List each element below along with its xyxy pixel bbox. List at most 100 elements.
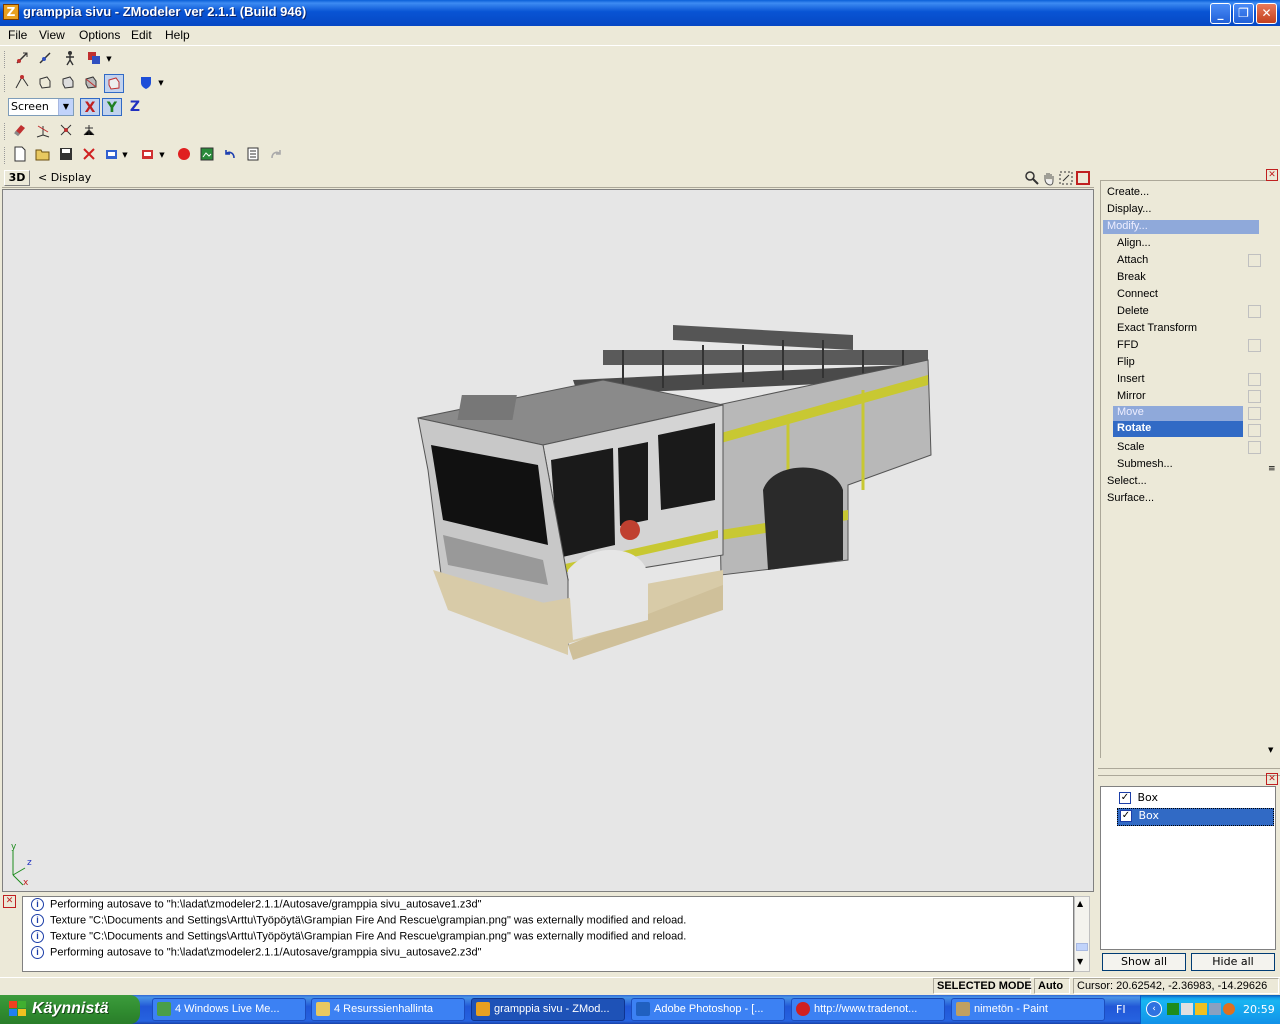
pan-hand-icon[interactable] [1041,170,1057,186]
menu-edit[interactable]: Edit [131,28,152,42]
history-list-icon[interactable] [243,146,263,165]
restore-button[interactable]: ❐ [1233,3,1254,24]
command-connect[interactable]: Connect [1117,288,1158,300]
object-level-icon[interactable] [81,74,101,93]
chevron-down-icon[interactable]: ▼ [104,50,114,69]
rotate-options-checkbox[interactable] [1248,424,1261,437]
axis-x-toggle[interactable]: X [80,98,100,116]
scroll-grip-icon[interactable]: ≡ [1268,464,1276,474]
chevron-down-icon[interactable]: ▼ [58,99,73,115]
command-break[interactable]: Break [1117,271,1146,283]
scroll-down-icon[interactable]: ▼ [1268,746,1273,754]
select-vertex-icon[interactable] [12,50,32,69]
command-scale[interactable]: Scale [1117,441,1145,453]
menu-help[interactable]: Help [165,28,190,42]
command-flip[interactable]: Flip [1117,356,1135,368]
command-display[interactable]: Display... [1107,203,1151,215]
close-icon[interactable]: ✕ [3,895,16,908]
zoom-icon[interactable] [1024,170,1040,186]
delete-options-checkbox[interactable] [1248,305,1261,318]
volume-icon[interactable] [1209,1003,1221,1015]
task-paint[interactable]: nimetön - Paint [951,998,1105,1021]
chevron-down-icon[interactable]: ▼ [120,146,130,165]
vertex-level-icon[interactable] [12,74,32,93]
shield-icon[interactable] [136,74,156,93]
scroll-thumb[interactable] [1076,943,1088,951]
chevron-down-icon[interactable]: ▼ [156,74,166,93]
layer-visible-checkbox[interactable]: ✓ [1120,810,1132,822]
scroll-up-icon[interactable]: ▲ [1077,899,1083,908]
tray-expand-icon[interactable]: ‹ [1146,1001,1162,1017]
face-level-icon[interactable] [58,74,78,93]
3d-viewport[interactable]: y z x [2,189,1094,892]
clock[interactable]: 20:59 [1243,1003,1275,1016]
task-explorer[interactable]: 4 Resurssienhallinta [311,998,465,1021]
pivot-tool-icon[interactable] [56,122,76,141]
undo-icon[interactable] [220,146,240,165]
import-icon[interactable] [102,146,122,165]
layer-item[interactable]: ✓ Box [1119,791,1269,807]
edge-level-icon[interactable] [35,74,55,93]
select-skeleton-icon[interactable] [60,50,80,69]
menu-options[interactable]: Options [79,28,120,42]
command-attach[interactable]: Attach [1117,254,1148,266]
magnet-icon[interactable] [10,122,30,141]
network-icon[interactable] [1167,1003,1179,1015]
layers-panel-splitter[interactable] [1098,768,1280,776]
layer-item-selected[interactable]: ✓ Box [1117,808,1274,826]
command-modify[interactable]: Modify... [1103,220,1259,234]
fit-view-icon[interactable] [1058,170,1074,186]
save-icon[interactable] [56,146,76,165]
record-icon[interactable] [174,146,194,165]
command-submesh[interactable]: Submesh... [1117,458,1173,470]
hide-all-button[interactable]: Hide all [1191,953,1275,971]
move-options-checkbox[interactable] [1248,407,1261,420]
snap-tool-icon[interactable] [79,122,99,141]
menu-file[interactable]: File [8,28,27,42]
task-zmodeler[interactable]: gramppia sivu - ZMod... [471,998,625,1021]
command-exact-transform[interactable]: Exact Transform [1117,322,1197,334]
security-alert-icon[interactable] [1195,1003,1207,1015]
command-create[interactable]: Create... [1107,186,1149,198]
new-file-icon[interactable] [10,146,30,165]
command-align[interactable]: Align... [1117,237,1151,249]
command-insert[interactable]: Insert [1117,373,1145,385]
command-mirror[interactable]: Mirror [1117,390,1146,402]
open-folder-icon[interactable] [33,146,53,165]
viewport-display-menu[interactable]: < Display [38,171,91,184]
command-panel-scrollbar[interactable]: ≡ ▼ [1266,180,1278,760]
app-tray-icon[interactable] [1223,1003,1235,1015]
language-indicator[interactable]: FI [1116,1003,1126,1016]
coord-system-select[interactable]: Screen ▼ [8,98,74,116]
mirror-options-checkbox[interactable] [1248,390,1261,403]
task-photoshop[interactable]: Adobe Photoshop - [... [631,998,785,1021]
close-icon[interactable]: ✕ [1266,773,1278,785]
axis-z-toggle[interactable]: Z [125,98,145,116]
command-ffd[interactable]: FFD [1117,339,1138,351]
command-rotate[interactable]: Rotate [1113,421,1243,437]
task-opera[interactable]: http://www.tradenot... [791,998,945,1021]
command-surface[interactable]: Surface... [1107,492,1154,504]
minimize-button[interactable]: _ [1210,3,1231,24]
select-multi-icon[interactable] [84,50,104,69]
attach-options-checkbox[interactable] [1248,254,1261,267]
axis-tool-icon[interactable] [33,122,53,141]
close-button[interactable]: ✕ [1256,3,1277,24]
select-face-icon[interactable] [35,50,55,69]
image-icon[interactable] [197,146,217,165]
layer-visible-checkbox[interactable]: ✓ [1119,792,1131,804]
log-scrollbar[interactable]: ▲ ▼ [1074,896,1090,972]
command-select[interactable]: Select... [1107,475,1147,487]
axis-y-toggle[interactable]: Y [102,98,122,116]
command-delete[interactable]: Delete [1117,305,1149,317]
scroll-down-icon[interactable]: ▼ [1077,957,1083,966]
export-icon[interactable] [138,146,158,165]
ffd-options-checkbox[interactable] [1248,339,1261,352]
delete-icon[interactable] [79,146,99,165]
show-all-button[interactable]: Show all [1102,953,1186,971]
group-level-icon[interactable] [104,74,124,93]
task-windows-live-messenger[interactable]: 4 Windows Live Me... [152,998,306,1021]
safely-remove-icon[interactable] [1181,1003,1193,1015]
menu-view[interactable]: View [39,28,65,42]
chevron-down-icon[interactable]: ▼ [157,146,167,165]
